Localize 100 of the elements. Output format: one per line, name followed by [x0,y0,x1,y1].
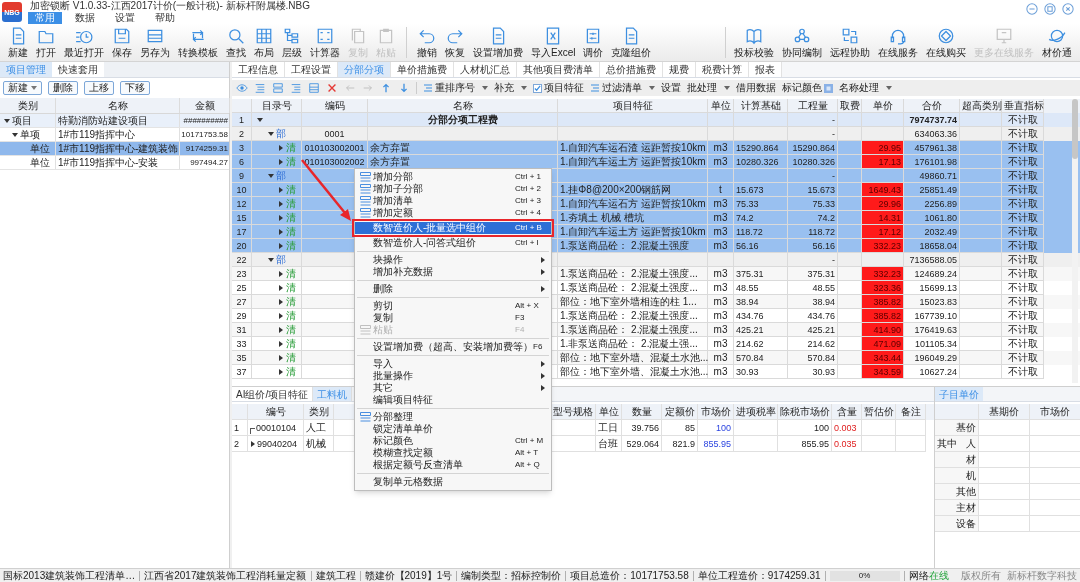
eye-icon[interactable] [236,82,248,94]
close-icon[interactable] [1062,3,1074,15]
toolbar-button[interactable]: 层级 [278,24,306,61]
expand-arrow-icon[interactable] [278,340,284,347]
tab[interactable]: 规费 [663,62,696,77]
toolbar-button[interactable]: 另存为 [136,24,174,61]
menu-tab[interactable]: 数据 [68,12,102,24]
toolbar-button[interactable]: 在线服务 [874,24,922,61]
expand-arrow-icon[interactable] [250,440,256,447]
menu-item[interactable]: 标记颜色 Ctrl + M [355,435,551,447]
menu-item[interactable]: 增加分部 Ctrl + 1 [355,171,551,183]
toolbar-button[interactable]: 标记颜色 [782,81,833,95]
scrollbar-thumb[interactable] [1072,99,1078,159]
toolbar-button[interactable]: 协同编制 [778,24,826,61]
expand-arrow-icon[interactable] [278,144,284,151]
table-row[interactable]: 6 清 010103002002 余方弃置 1.自卸汽车运土方 运距暂按10km m3 10280.326 10280.326 17.13 176101.98 不计取 [232,155,1080,169]
checkbox[interactable] [533,83,542,93]
tab[interactable]: 其他项目费清单 [517,62,600,77]
menu-item[interactable]: 其它 [355,382,551,394]
tab[interactable]: 单价措施费 [391,62,454,77]
tab[interactable]: 总价措施费 [600,62,663,77]
tab[interactable]: 人材机汇总 [454,62,517,77]
menu-tab[interactable]: 设置 [108,12,142,24]
tab[interactable]: 报表 [749,62,782,77]
collapse-arrow-icon[interactable] [12,131,18,138]
expand-arrow-icon[interactable] [278,158,284,165]
toolbar-button[interactable]: 项目特征 [533,81,584,95]
toolbar-button[interactable]: 过滤清单 [590,81,655,95]
menu-item[interactable]: 模糊查找定额 Alt + T [355,447,551,459]
menu-item[interactable]: 删除 [355,283,551,295]
tab[interactable]: 工程设置 [285,62,338,77]
panel-button[interactable]: 删除 [48,81,78,95]
toolbar-button[interactable]: 投标校验 [730,24,778,61]
menu-tab[interactable]: 帮助 [148,12,182,24]
collapse-arrow-icon[interactable] [4,117,10,124]
tab[interactable]: AI组价/项目特征 [232,387,314,401]
expand-arrow-icon[interactable] [278,214,284,221]
maximize-icon[interactable] [1044,3,1056,15]
menu-item[interactable]: 批量操作 [355,370,551,382]
expand-arrow-icon[interactable] [278,368,284,375]
expand-arrow-icon[interactable] [278,242,284,249]
collapse-arrow-icon[interactable] [257,116,263,123]
toolbar-button[interactable]: 重排序号 [423,81,488,95]
menu-item[interactable]: 块操作 [355,254,551,266]
tree-row[interactable]: 单项 1#市119指挥中心 10171753.58 [0,128,229,142]
menu-item[interactable]: 分部整理 [355,411,551,423]
toolbar-button[interactable]: 最近打开 [60,24,108,61]
panel-button[interactable]: 下移 [120,81,150,95]
toolbar-button[interactable]: 借用数据 [736,81,776,95]
toolbar-button[interactable]: 克隆组价 [607,24,656,61]
menu-item[interactable]: 设置增加费（超高、安装增加费等）F6 [355,341,551,353]
collapse-arrow-icon[interactable] [268,172,274,179]
expand-arrow-icon[interactable] [278,186,284,193]
tree-row[interactable]: 单位 1#市119指挥中心-安装 997494.27 [0,156,229,170]
expand-arrow-icon[interactable] [278,354,284,361]
toolbar-button[interactable]: 转换模板 [174,24,222,61]
toolbar-button[interactable]: 调价 [579,24,608,61]
expand-arrow-icon[interactable] [278,284,284,291]
menu-item[interactable]: 导入 [355,358,551,370]
menu-item[interactable]: 增加补充数据 [355,266,551,278]
toolbar-button[interactable]: 在线购买 [922,24,970,61]
tab[interactable]: 工程信息 [232,62,285,77]
toolbar-button[interactable]: 设置 [661,81,681,95]
panel-button[interactable]: 新建 [3,81,42,95]
tree-row[interactable]: 项目 特勤消防站建设项目 ########## [0,114,229,128]
menu-item[interactable]: 剪切 Alt + X [355,300,551,312]
toolbar-button[interactable]: 恢复 [441,24,469,61]
tab[interactable]: 税费计算 [696,62,749,77]
menu-item[interactable]: 根据定额号反查清单 Alt + Q [355,459,551,471]
toolbar-button[interactable]: 布局 [250,24,278,61]
collapse-arrow-icon[interactable] [268,130,274,137]
menu-item[interactable]: 复制单元格数据 [355,476,551,488]
toolbar-button[interactable]: 新建 [4,24,32,61]
toolbar-button[interactable]: 打开 [32,24,60,61]
table-row[interactable]: 3 清 010103002001 余方弃置 1.自卸汽车运石渣 运距暂按10km m3 15290.864 15290.864 29.95 457961.38 不计取 [232,141,1080,155]
expand-arrow-icon[interactable] [278,312,284,319]
panel-tab[interactable]: 快速套用 [52,62,104,77]
toolbar-button[interactable]: 材价通 [1038,24,1076,61]
toolbar-button[interactable]: 保存 [108,24,136,61]
menu-item[interactable]: 编辑项目特征 [355,394,551,406]
expand-arrow-icon[interactable] [278,200,284,207]
minimize-icon[interactable] [1026,3,1038,15]
delete-icon[interactable] [326,82,338,94]
tree-row[interactable]: 单位 1#市119指挥中心-建筑装饰 9174259.31 [0,142,229,156]
menu-item[interactable]: 数智造价人-问答式组价 Ctrl + I [355,237,551,249]
panel-button[interactable]: 上移 [84,81,114,95]
expand-arrow-icon[interactable] [278,228,284,235]
expand-arrow-icon[interactable] [278,326,284,333]
expand-arrow-icon[interactable] [278,270,284,277]
toolbar-button[interactable]: 补充 [494,81,527,95]
toolbar-button[interactable]: 批处理 [687,81,730,95]
toolbar-button[interactable]: 远程协助 [826,24,874,61]
menu-item[interactable]: 增加子分部 Ctrl + 2 [355,183,551,195]
toolbar-button[interactable]: 设置增加费 [469,24,527,61]
menu-item[interactable]: 锁定清单单价 [355,423,551,435]
toolbar-button[interactable]: 名称处理 [839,81,892,95]
toolbar-button[interactable]: 计算器 [306,24,344,61]
toolbar-button[interactable]: 导入Excel [527,24,580,61]
expand-arrow-icon[interactable] [278,298,284,305]
menu-item[interactable]: 复制 F3 [355,312,551,324]
